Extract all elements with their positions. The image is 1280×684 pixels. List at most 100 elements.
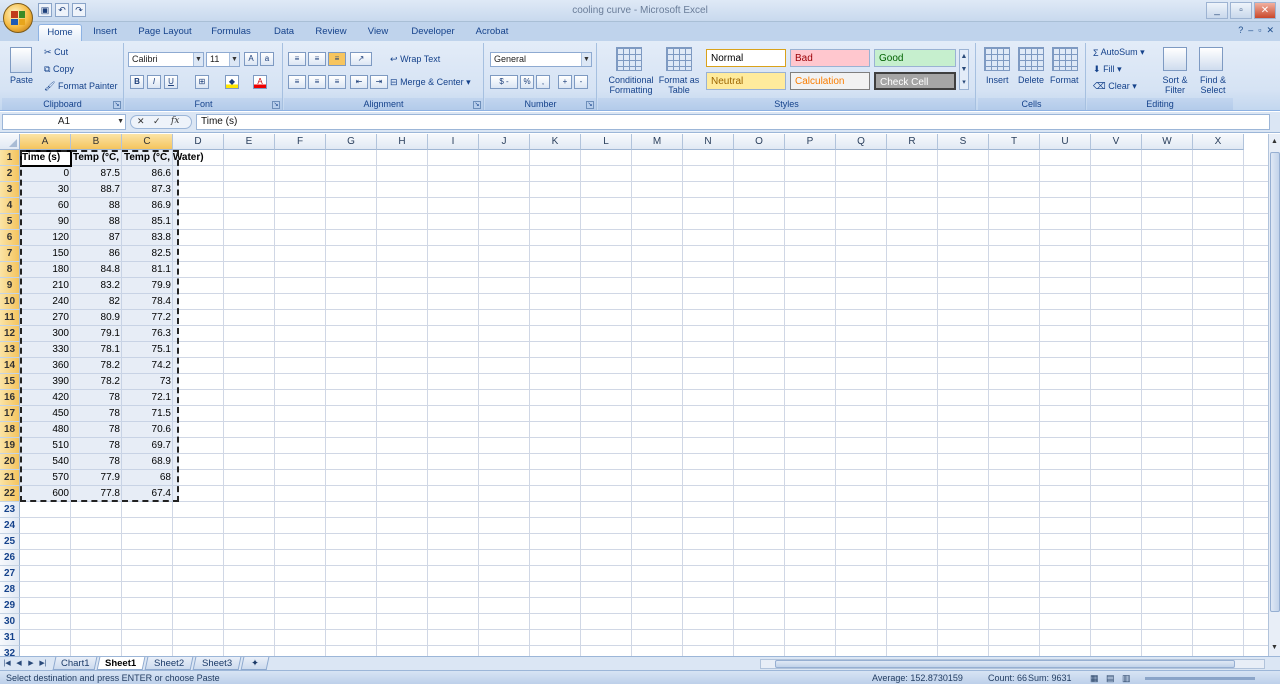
data-cell[interactable]: 360 <box>20 358 71 374</box>
orientation-icon[interactable]: ↗ <box>350 52 372 66</box>
paste-button[interactable]: Paste <box>10 75 33 85</box>
last-sheet-icon[interactable]: ▶| <box>38 658 48 669</box>
page-break-view-icon[interactable]: ▥ <box>1122 673 1131 684</box>
insert-cells-icon[interactable] <box>984 47 1010 71</box>
row-header-16[interactable]: 16 <box>0 390 20 406</box>
comma-button[interactable]: , <box>536 75 550 89</box>
data-cell[interactable]: 69.7 <box>122 438 173 454</box>
row-header-5[interactable]: 5 <box>0 214 20 230</box>
italic-button[interactable]: I <box>147 75 161 89</box>
data-cell[interactable]: 87 <box>71 230 122 246</box>
percent-button[interactable]: % <box>520 75 534 89</box>
row-header-32[interactable]: 32 <box>0 646 20 656</box>
column-header-x[interactable]: X <box>1193 134 1244 150</box>
row-header-6[interactable]: 6 <box>0 230 20 246</box>
row-header-3[interactable]: 3 <box>0 182 20 198</box>
header-cell[interactable]: Temp (°C, <box>71 150 122 166</box>
header-cell[interactable]: Time (s) <box>20 150 71 166</box>
column-header-k[interactable]: K <box>530 134 581 150</box>
decrease-indent-icon[interactable]: ⇤ <box>350 75 368 89</box>
font-size-combo[interactable]: 11 ▼ <box>206 52 240 67</box>
data-cell[interactable]: 82 <box>71 294 122 310</box>
row-header-14[interactable]: 14 <box>0 358 20 374</box>
enter-icon[interactable]: ✓ <box>153 116 161 127</box>
data-cell[interactable]: 84.8 <box>71 262 122 278</box>
column-header-f[interactable]: F <box>275 134 326 150</box>
data-cell[interactable]: 120 <box>20 230 71 246</box>
data-cell[interactable]: 81.1 <box>122 262 173 278</box>
data-cell[interactable]: 90 <box>20 214 71 230</box>
data-cell[interactable]: 78.1 <box>71 342 122 358</box>
autosum-button[interactable]: Σ AutoSum ▾ <box>1093 47 1145 58</box>
fill-color-icon[interactable]: ◆ <box>225 75 239 89</box>
row-header-19[interactable]: 19 <box>0 438 20 454</box>
align-bottom-icon[interactable]: ≡ <box>328 52 346 66</box>
sort-filter-button[interactable]: Sort & Filter <box>1157 75 1193 95</box>
data-cell[interactable]: 480 <box>20 422 71 438</box>
sheet-tab-sheet3[interactable]: Sheet3 <box>192 657 242 670</box>
column-header-c[interactable]: C <box>122 134 173 150</box>
data-cell[interactable]: 68.9 <box>122 454 173 470</box>
align-center-icon[interactable]: ≡ <box>308 75 326 89</box>
find-select-button[interactable]: Find & Select <box>1195 75 1231 95</box>
data-cell[interactable]: 60 <box>20 198 71 214</box>
delete-cells-button[interactable]: Delete <box>1018 75 1044 85</box>
data-cell[interactable]: 78 <box>71 438 122 454</box>
tab-home[interactable]: Home <box>38 24 82 41</box>
data-cell[interactable]: 330 <box>20 342 71 358</box>
ribbon-minimize-icon[interactable]: – <box>1248 25 1253 36</box>
data-cell[interactable]: 30 <box>20 182 71 198</box>
decrease-decimal-icon[interactable]: - <box>574 75 588 89</box>
copy-button[interactable]: ⧉ Copy <box>44 64 74 75</box>
row-header-28[interactable]: 28 <box>0 582 20 598</box>
normal-view-icon[interactable]: ▦ <box>1090 673 1099 684</box>
data-cell[interactable]: 600 <box>20 486 71 502</box>
column-header-p[interactable]: P <box>785 134 836 150</box>
column-header-u[interactable]: U <box>1040 134 1091 150</box>
data-cell[interactable]: 79.1 <box>71 326 122 342</box>
style-neutral[interactable]: Neutral <box>706 72 786 90</box>
row-header-21[interactable]: 21 <box>0 470 20 486</box>
data-cell[interactable]: 240 <box>20 294 71 310</box>
minimize-button[interactable]: _ <box>1206 2 1228 19</box>
cancel-icon[interactable]: ✕ <box>137 116 145 127</box>
row-header-24[interactable]: 24 <box>0 518 20 534</box>
data-cell[interactable]: 78 <box>71 422 122 438</box>
format-painter-button[interactable]: 🖌 Format Painter <box>44 81 117 92</box>
data-cell[interactable]: 78.2 <box>71 374 122 390</box>
dialog-launcher-icon[interactable]: ↘ <box>113 101 121 109</box>
insert-sheet-button[interactable]: ✦ <box>240 657 270 670</box>
column-header-t[interactable]: T <box>989 134 1040 150</box>
data-cell[interactable]: 540 <box>20 454 71 470</box>
data-cell[interactable]: 87.5 <box>71 166 122 182</box>
style-good[interactable]: Good <box>874 49 956 67</box>
dialog-launcher-icon[interactable]: ↘ <box>473 101 481 109</box>
row-header-26[interactable]: 26 <box>0 550 20 566</box>
data-cell[interactable]: 420 <box>20 390 71 406</box>
data-cell[interactable]: 67.4 <box>122 486 173 502</box>
data-cell[interactable]: 79.9 <box>122 278 173 294</box>
font-color-icon[interactable]: A <box>253 75 267 89</box>
data-cell[interactable]: 87.3 <box>122 182 173 198</box>
tab-acrobat[interactable]: Acrobat <box>470 24 514 41</box>
data-cell[interactable]: 86 <box>71 246 122 262</box>
column-header-h[interactable]: H <box>377 134 428 150</box>
data-cell[interactable]: 74.2 <box>122 358 173 374</box>
data-cell[interactable]: 88 <box>71 198 122 214</box>
increase-decimal-icon[interactable]: + <box>558 75 572 89</box>
page-layout-view-icon[interactable]: ▤ <box>1106 673 1115 684</box>
conditional-formatting-button[interactable]: Conditional Formatting <box>602 75 660 95</box>
style-calculation[interactable]: Calculation <box>790 72 870 90</box>
row-header-1[interactable]: 1 <box>0 150 20 166</box>
column-header-v[interactable]: V <box>1091 134 1142 150</box>
dialog-launcher-icon[interactable]: ↘ <box>272 101 280 109</box>
clear-button[interactable]: ⌫ Clear ▾ <box>1093 81 1137 92</box>
row-header-12[interactable]: 12 <box>0 326 20 342</box>
scroll-up-icon[interactable]: ▲ <box>1269 136 1280 148</box>
row-header-15[interactable]: 15 <box>0 374 20 390</box>
data-cell[interactable]: 83.8 <box>122 230 173 246</box>
paste-icon[interactable] <box>10 47 32 73</box>
tab-review[interactable]: Review <box>310 24 352 41</box>
align-top-icon[interactable]: ≡ <box>288 52 306 66</box>
row-header-13[interactable]: 13 <box>0 342 20 358</box>
